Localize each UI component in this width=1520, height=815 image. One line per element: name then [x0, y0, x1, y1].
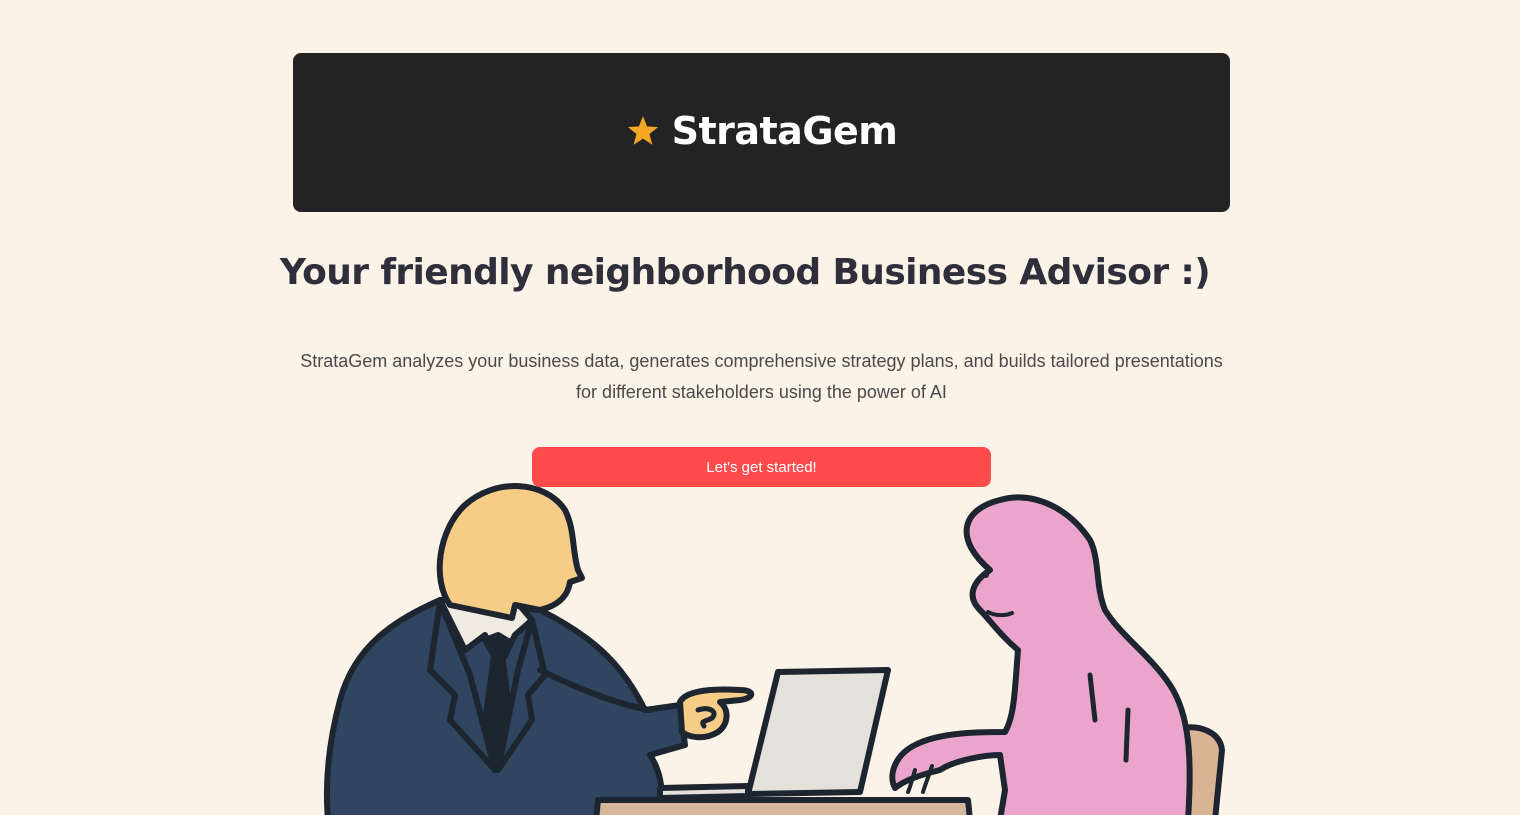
- star-icon: [627, 115, 658, 145]
- brand-title: StrataGem: [626, 109, 898, 153]
- hero-banner: StrataGem: [293, 53, 1230, 212]
- advisor-meeting-illustration: [323, 483, 1225, 815]
- page-tagline: Your friendly neighborhood Business Advi…: [279, 252, 1211, 293]
- desk: [593, 797, 973, 815]
- businessman-figure: [323, 483, 755, 815]
- pink-client-figure: [889, 494, 1225, 815]
- get-started-button[interactable]: Let's get started!: [532, 447, 991, 487]
- app-name: StrataGem: [671, 108, 898, 153]
- page-description: StrataGem analyzes your business data, g…: [300, 351, 1223, 402]
- landing-page: StrataGem Your friendly neighborhood Bus…: [0, 0, 1520, 815]
